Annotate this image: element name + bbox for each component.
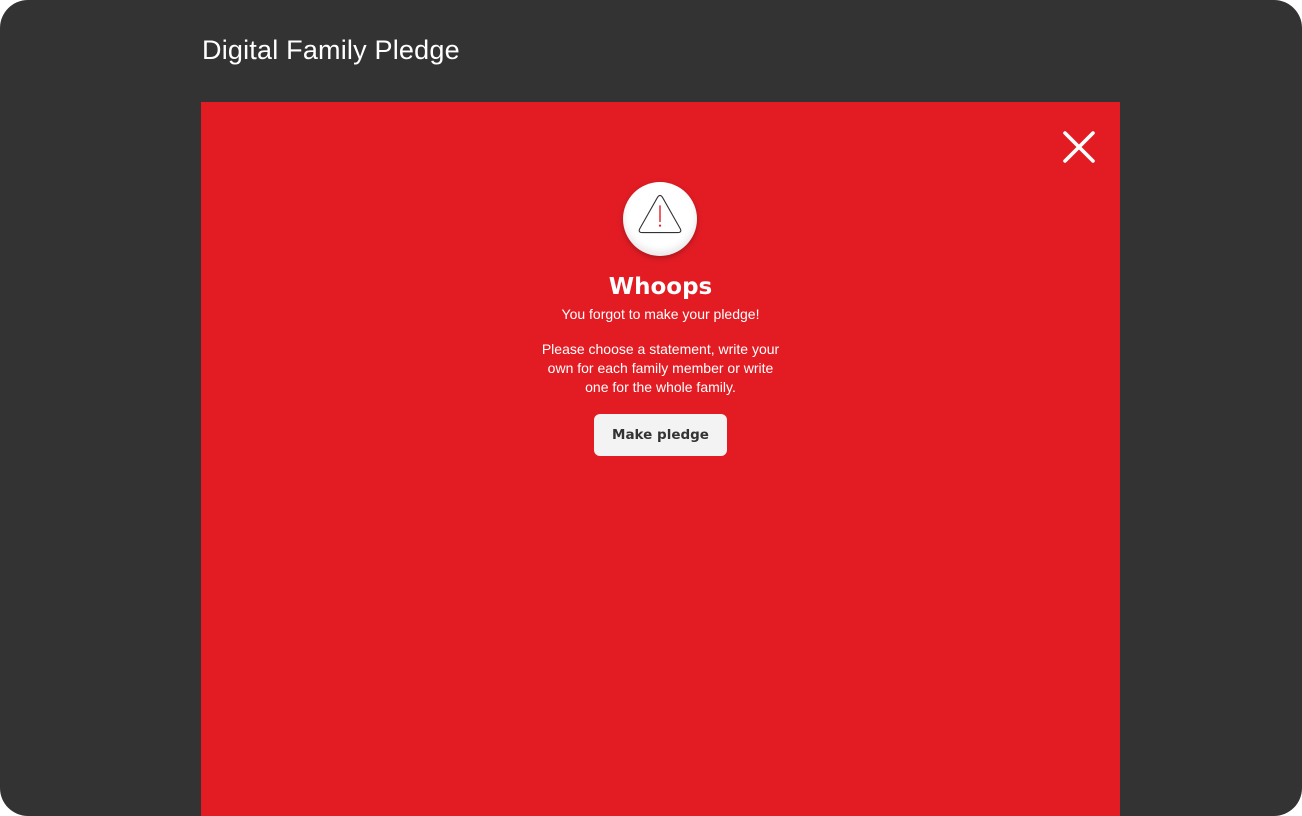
body-line: own for each family member or write	[547, 360, 774, 376]
close-icon	[1063, 131, 1095, 163]
make-pledge-button[interactable]: Make pledge	[594, 414, 727, 456]
window-title: Digital Family Pledge	[202, 35, 460, 65]
app-window: Digital Family Pledge Whoops You forgot …	[0, 0, 1302, 816]
warning-triangle-icon	[638, 194, 682, 234]
alert-badge	[623, 182, 697, 256]
modal-subheading: You forgot to make your pledge!	[561, 306, 760, 322]
body-line: Please choose a statement, write your	[541, 341, 780, 357]
error-modal: Whoops You forgot to make your pledge! P…	[201, 102, 1120, 816]
body-line: one for the whole family.	[585, 379, 736, 395]
close-button[interactable]	[1062, 130, 1096, 164]
modal-heading: Whoops	[608, 274, 713, 300]
modal-body-text: Please choose a statement, write your ow…	[520, 340, 801, 397]
